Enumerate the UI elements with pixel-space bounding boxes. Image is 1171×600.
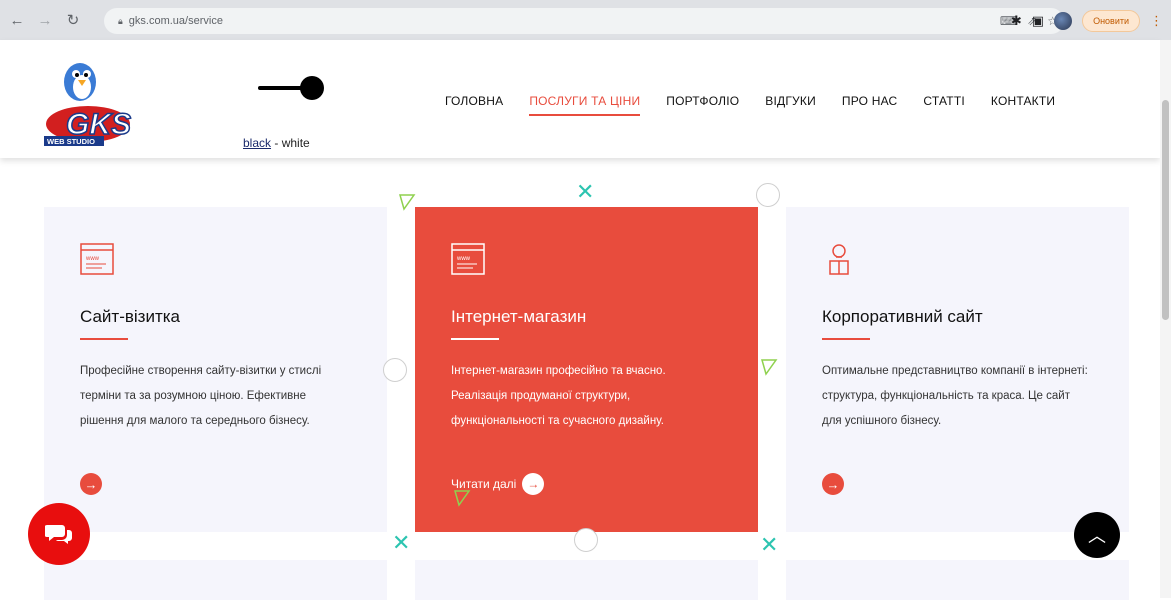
- reload-icon[interactable]: ↻: [62, 9, 84, 31]
- nav-services[interactable]: ПОСЛУГИ ТА ЦІНИ: [529, 94, 641, 116]
- url-text: gks.com.ua/service: [128, 15, 223, 27]
- service-card-row2-2[interactable]: [415, 560, 758, 600]
- x-deco-icon: ✕: [576, 179, 595, 204]
- triangle-deco-icon: [399, 194, 416, 211]
- toggle-knob[interactable]: [300, 76, 324, 100]
- side-panel-icon[interactable]: ▣: [1032, 13, 1044, 29]
- update-button[interactable]: Оновити: [1082, 10, 1140, 32]
- theme-toggle-label: black - white: [243, 136, 310, 150]
- browser-toolbar: ← → ↻ 🔒︎ gks.com.ua/service ⌨ ⇗ ☆ ✱ ▣ Он…: [0, 0, 1171, 40]
- service-card-row2-3[interactable]: [786, 560, 1129, 600]
- card-description: Професійне створення сайту-візитки у сти…: [80, 365, 322, 427]
- browser-menu-icon[interactable]: ⋮: [1150, 13, 1163, 29]
- svg-text:www: www: [456, 256, 471, 262]
- nav-contacts[interactable]: КОНТАКТИ: [991, 94, 1055, 116]
- title-underline: [80, 338, 128, 340]
- x-deco-icon: ✕: [392, 530, 411, 555]
- browser-window-icon: www: [451, 243, 485, 275]
- circle-deco-icon: [383, 358, 407, 382]
- service-card-online-store[interactable]: www Інтернет-магазин Інтернет-магазин пр…: [415, 207, 758, 532]
- x-deco-icon: ✕: [760, 532, 779, 557]
- back-icon[interactable]: ←: [6, 9, 28, 31]
- nav-articles[interactable]: СТАТТІ: [923, 94, 964, 116]
- card-title: Корпоративний сайт: [822, 307, 983, 326]
- card-description: Оптимальне представництво компанії в інт…: [822, 365, 1088, 427]
- lock-icon: 🔒︎: [118, 15, 123, 26]
- arrow-right-icon: →: [522, 473, 545, 495]
- nav-about[interactable]: ПРО НАС: [842, 94, 898, 116]
- gks-logo[interactable]: GKS WEB STUDIO: [40, 54, 152, 146]
- triangle-deco-icon: [761, 359, 778, 376]
- nav-portfolio[interactable]: ПОРТФОЛІО: [666, 94, 739, 116]
- extensions-puzzle-icon[interactable]: ✱: [1011, 13, 1022, 29]
- circle-deco-icon: [756, 183, 780, 207]
- idea-box-icon: [829, 244, 849, 275]
- scroll-thumb[interactable]: [1162, 100, 1169, 320]
- address-bar[interactable]: 🔒︎ gks.com.ua/service ⌨ ⇗ ☆: [104, 8, 1064, 34]
- arrow-right-button[interactable]: →: [80, 473, 102, 495]
- main-nav: ГОЛОВНА ПОСЛУГИ ТА ЦІНИ ПОРТФОЛІО ВІДГУК…: [445, 94, 1055, 116]
- service-card-business-site[interactable]: www Сайт-візитка Професійне створення са…: [44, 207, 387, 532]
- nav-home[interactable]: ГОЛОВНА: [445, 94, 503, 116]
- svg-text:www: www: [85, 256, 100, 262]
- card-title: Сайт-візитка: [80, 307, 181, 326]
- card-description: Інтернет-магазин професійно та вчасно. Р…: [451, 365, 666, 427]
- site-header: GKS WEB STUDIO black - white ГОЛОВНА ПОС…: [0, 40, 1160, 158]
- triangle-deco-icon: [454, 490, 471, 507]
- service-card-corporate-site[interactable]: Корпоративний сайт Оптимальне представни…: [786, 207, 1129, 532]
- chat-bubbles-icon: [45, 525, 72, 544]
- arrow-right-button[interactable]: →: [822, 473, 844, 495]
- card-title: Інтернет-магазин: [451, 307, 587, 326]
- browser-window-icon: www: [80, 243, 114, 275]
- chat-widget-button[interactable]: [28, 503, 90, 565]
- forward-icon[interactable]: →: [34, 9, 56, 31]
- page-scrollbar[interactable]: [1160, 40, 1171, 598]
- title-underline: [822, 338, 870, 340]
- profile-avatar[interactable]: [1054, 12, 1073, 30]
- circle-deco-icon: [574, 528, 598, 552]
- service-card-row2-1[interactable]: [44, 560, 387, 600]
- scroll-to-top-button[interactable]: ︿: [1074, 512, 1120, 558]
- nav-reviews[interactable]: ВІДГУКИ: [765, 94, 816, 116]
- svg-text:WEB STUDIO: WEB STUDIO: [47, 137, 95, 146]
- title-underline: [451, 338, 499, 340]
- chevron-up-icon: ︿: [1088, 526, 1106, 546]
